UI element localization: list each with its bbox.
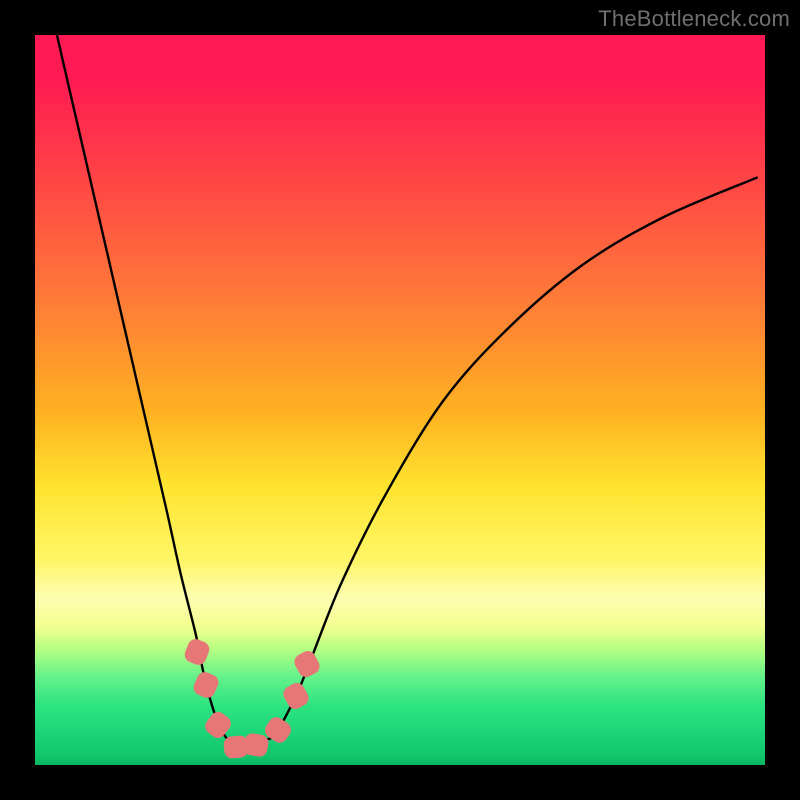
chart-frame: TheBottleneck.com [0,0,800,800]
watermark-text: TheBottleneck.com [598,6,790,32]
plot-area [35,35,765,765]
bottleneck-curve [35,35,765,765]
